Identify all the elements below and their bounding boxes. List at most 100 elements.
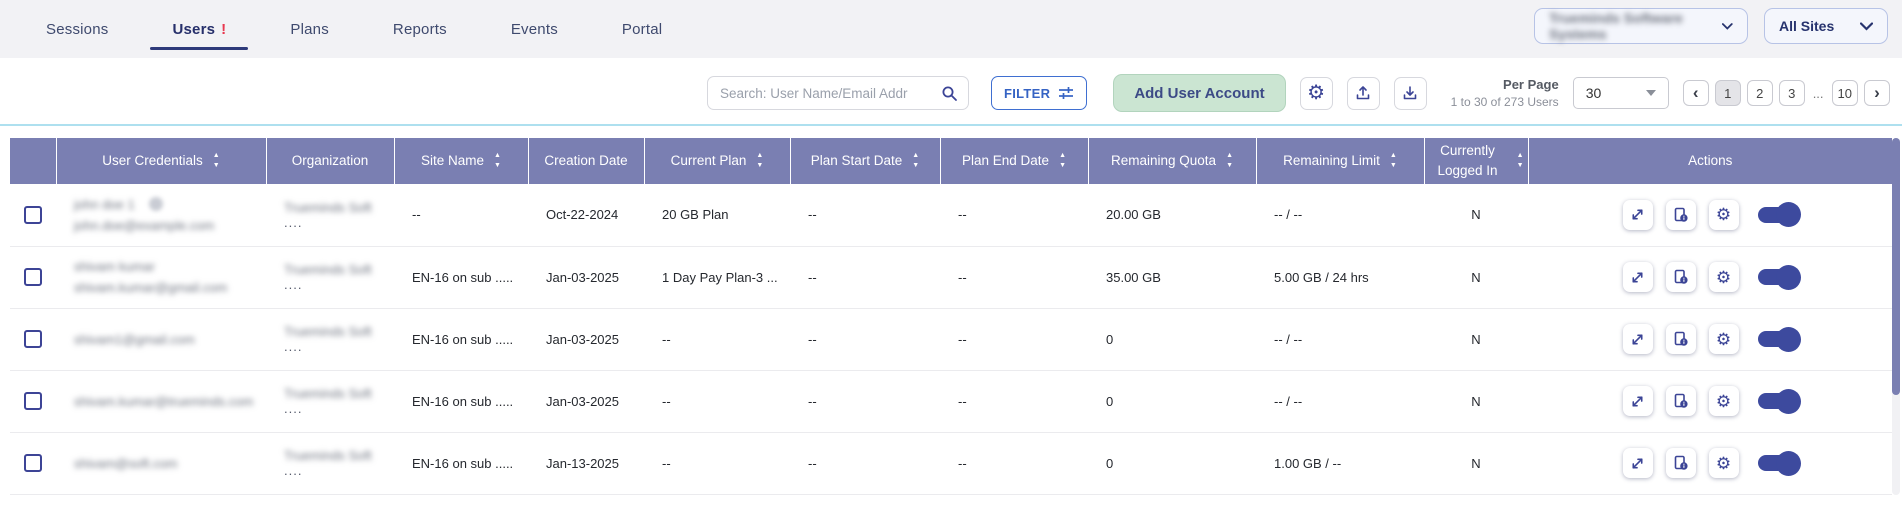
cell-plan-start-date: -- bbox=[790, 246, 940, 308]
cell-plan-start-date: -- bbox=[790, 432, 940, 494]
toggle-knob bbox=[1776, 389, 1801, 414]
column-label: Currently Logged In bbox=[1429, 141, 1507, 182]
pagination-page-10[interactable]: 10 bbox=[1832, 80, 1858, 106]
user-email-line: shivam.kumar@trueminds.com bbox=[74, 394, 266, 409]
chevron-down-icon bbox=[1722, 22, 1733, 31]
settings-button[interactable]: ⚙ bbox=[1300, 77, 1333, 110]
sort-arrows-icon[interactable]: ▲▼ bbox=[1517, 153, 1524, 169]
tab-users[interactable]: Users! bbox=[140, 0, 258, 58]
account-info-button[interactable] bbox=[1666, 262, 1696, 292]
user-enabled-toggle[interactable] bbox=[1758, 207, 1798, 223]
account-info-button[interactable] bbox=[1666, 200, 1696, 230]
tab-portal[interactable]: Portal bbox=[590, 0, 694, 58]
column-header-plan_start[interactable]: Plan Start Date ▲▼ bbox=[790, 138, 940, 184]
user-enabled-toggle[interactable] bbox=[1758, 455, 1798, 471]
tab-events[interactable]: Events bbox=[479, 0, 590, 58]
toggle-knob bbox=[1776, 202, 1801, 227]
user-settings-button[interactable]: ⚙ bbox=[1709, 262, 1739, 292]
gear-icon: ⚙ bbox=[1716, 331, 1731, 348]
cell-site-name: -- bbox=[394, 184, 528, 246]
account-info-button[interactable] bbox=[1666, 386, 1696, 416]
cell-actions: ⚙ bbox=[1528, 432, 1892, 494]
search-icon[interactable] bbox=[941, 85, 958, 102]
sort-arrows-icon[interactable]: ▲▼ bbox=[1390, 153, 1397, 169]
account-info-icon bbox=[1673, 455, 1689, 471]
column-label: Organization bbox=[292, 151, 369, 171]
sort-arrows-icon[interactable]: ▲▼ bbox=[1226, 153, 1233, 169]
organization-truncation: .... bbox=[284, 339, 302, 354]
sort-arrows-icon[interactable]: ▲▼ bbox=[756, 153, 763, 169]
tab-label: Plans bbox=[290, 21, 329, 38]
add-user-account-button[interactable]: Add User Account bbox=[1113, 74, 1285, 112]
pagination-page-3[interactable]: 3 bbox=[1779, 80, 1805, 106]
sort-arrows-icon[interactable]: ▲▼ bbox=[494, 153, 501, 169]
column-header-site[interactable]: Site Name▲▼ bbox=[394, 138, 528, 184]
cell-plan-end-date: -- bbox=[940, 246, 1088, 308]
tab-plans[interactable]: Plans bbox=[258, 0, 361, 58]
cell-user-credentials: shivam1@gmail.com bbox=[56, 308, 266, 370]
cell-currently-logged-in: N bbox=[1424, 370, 1528, 432]
user-settings-button[interactable]: ⚙ bbox=[1709, 448, 1739, 478]
column-header-plan_end[interactable]: Plan End Date▲▼ bbox=[940, 138, 1088, 184]
search-input[interactable] bbox=[720, 86, 941, 101]
filter-button[interactable]: FILTER bbox=[991, 76, 1087, 110]
column-label: Creation Date bbox=[544, 151, 627, 171]
tab-reports[interactable]: Reports bbox=[361, 0, 479, 58]
user-email-line: shivam.kumar@gmail.com bbox=[74, 280, 266, 295]
pagination-page-1[interactable]: 1 bbox=[1715, 80, 1741, 106]
account-info-button[interactable] bbox=[1666, 324, 1696, 354]
row-checkbox[interactable] bbox=[24, 392, 42, 410]
column-header-limit[interactable]: Remaining Limit▲▼ bbox=[1256, 138, 1424, 184]
pagination-prev-button[interactable]: ‹ bbox=[1683, 80, 1709, 106]
column-label: Plan Start Date bbox=[811, 151, 903, 171]
site-select[interactable]: All Sites bbox=[1764, 8, 1888, 44]
cell-actions: ⚙ bbox=[1528, 308, 1892, 370]
row-checkbox[interactable] bbox=[24, 330, 42, 348]
column-header-logged_in[interactable]: Currently Logged In ▲▼ bbox=[1424, 138, 1528, 184]
toolbar: FILTER Add User Account ⚙ Per Page 1 to … bbox=[0, 58, 1902, 126]
pagination-page-2[interactable]: 2 bbox=[1747, 80, 1773, 106]
expand-user-button[interactable] bbox=[1623, 386, 1653, 416]
column-header-plan[interactable]: Current Plan▲▼ bbox=[644, 138, 790, 184]
page-size-value: 30 bbox=[1586, 85, 1602, 101]
user-settings-button[interactable]: ⚙ bbox=[1709, 324, 1739, 354]
column-header-quota[interactable]: Remaining Quota▲▼ bbox=[1088, 138, 1256, 184]
expand-icon bbox=[1630, 394, 1645, 409]
cell-current-plan: 1 Day Pay Plan-3 ... bbox=[644, 246, 790, 308]
sort-arrows-icon[interactable]: ▲▼ bbox=[1059, 153, 1066, 169]
cell-creation-date: Jan-03-2025 bbox=[528, 246, 644, 308]
user-enabled-toggle[interactable] bbox=[1758, 269, 1798, 285]
user-settings-button[interactable]: ⚙ bbox=[1709, 200, 1739, 230]
upload-button[interactable] bbox=[1347, 77, 1380, 110]
account-info-button[interactable] bbox=[1666, 448, 1696, 478]
organization-truncation: .... bbox=[284, 215, 302, 230]
user-enabled-toggle[interactable] bbox=[1758, 331, 1798, 347]
organization-truncation: .... bbox=[284, 277, 302, 292]
sort-arrows-icon[interactable]: ▲▼ bbox=[213, 153, 220, 169]
caret-down-icon bbox=[1646, 90, 1656, 96]
table-row: shivam1@gmail.comTrueminds Soft ....EN-1… bbox=[10, 308, 1892, 370]
expand-user-button[interactable] bbox=[1623, 200, 1653, 230]
table-row: john doe 1john.doe@example.comTrueminds … bbox=[10, 184, 1892, 246]
row-checkbox[interactable] bbox=[24, 206, 42, 224]
download-button[interactable] bbox=[1394, 77, 1427, 110]
user-settings-button[interactable]: ⚙ bbox=[1709, 386, 1739, 416]
user-email-line: shivam@soft.com bbox=[74, 456, 266, 471]
user-enabled-toggle[interactable] bbox=[1758, 393, 1798, 409]
tenant-select[interactable]: Trueminds Software Systems bbox=[1534, 8, 1748, 44]
row-checkbox[interactable] bbox=[24, 454, 42, 472]
sort-arrows-icon[interactable]: ▲▼ bbox=[912, 153, 919, 169]
row-checkbox[interactable] bbox=[24, 268, 42, 286]
table-scrollbar-thumb[interactable] bbox=[1892, 138, 1900, 395]
cell-organization: Trueminds Soft .... bbox=[266, 432, 394, 494]
cell-plan-start-date: -- bbox=[790, 184, 940, 246]
tab-sessions[interactable]: Sessions bbox=[14, 0, 140, 58]
pagination-next-button[interactable]: › bbox=[1864, 80, 1890, 106]
column-header-credentials[interactable]: User Credentials ▲▼ bbox=[56, 138, 266, 184]
column-label: User Credentials bbox=[102, 151, 203, 171]
expand-user-button[interactable] bbox=[1623, 448, 1653, 478]
expand-user-button[interactable] bbox=[1623, 324, 1653, 354]
column-label: Actions bbox=[1688, 151, 1732, 171]
page-size-select[interactable]: 30 bbox=[1573, 77, 1669, 109]
expand-user-button[interactable] bbox=[1623, 262, 1653, 292]
